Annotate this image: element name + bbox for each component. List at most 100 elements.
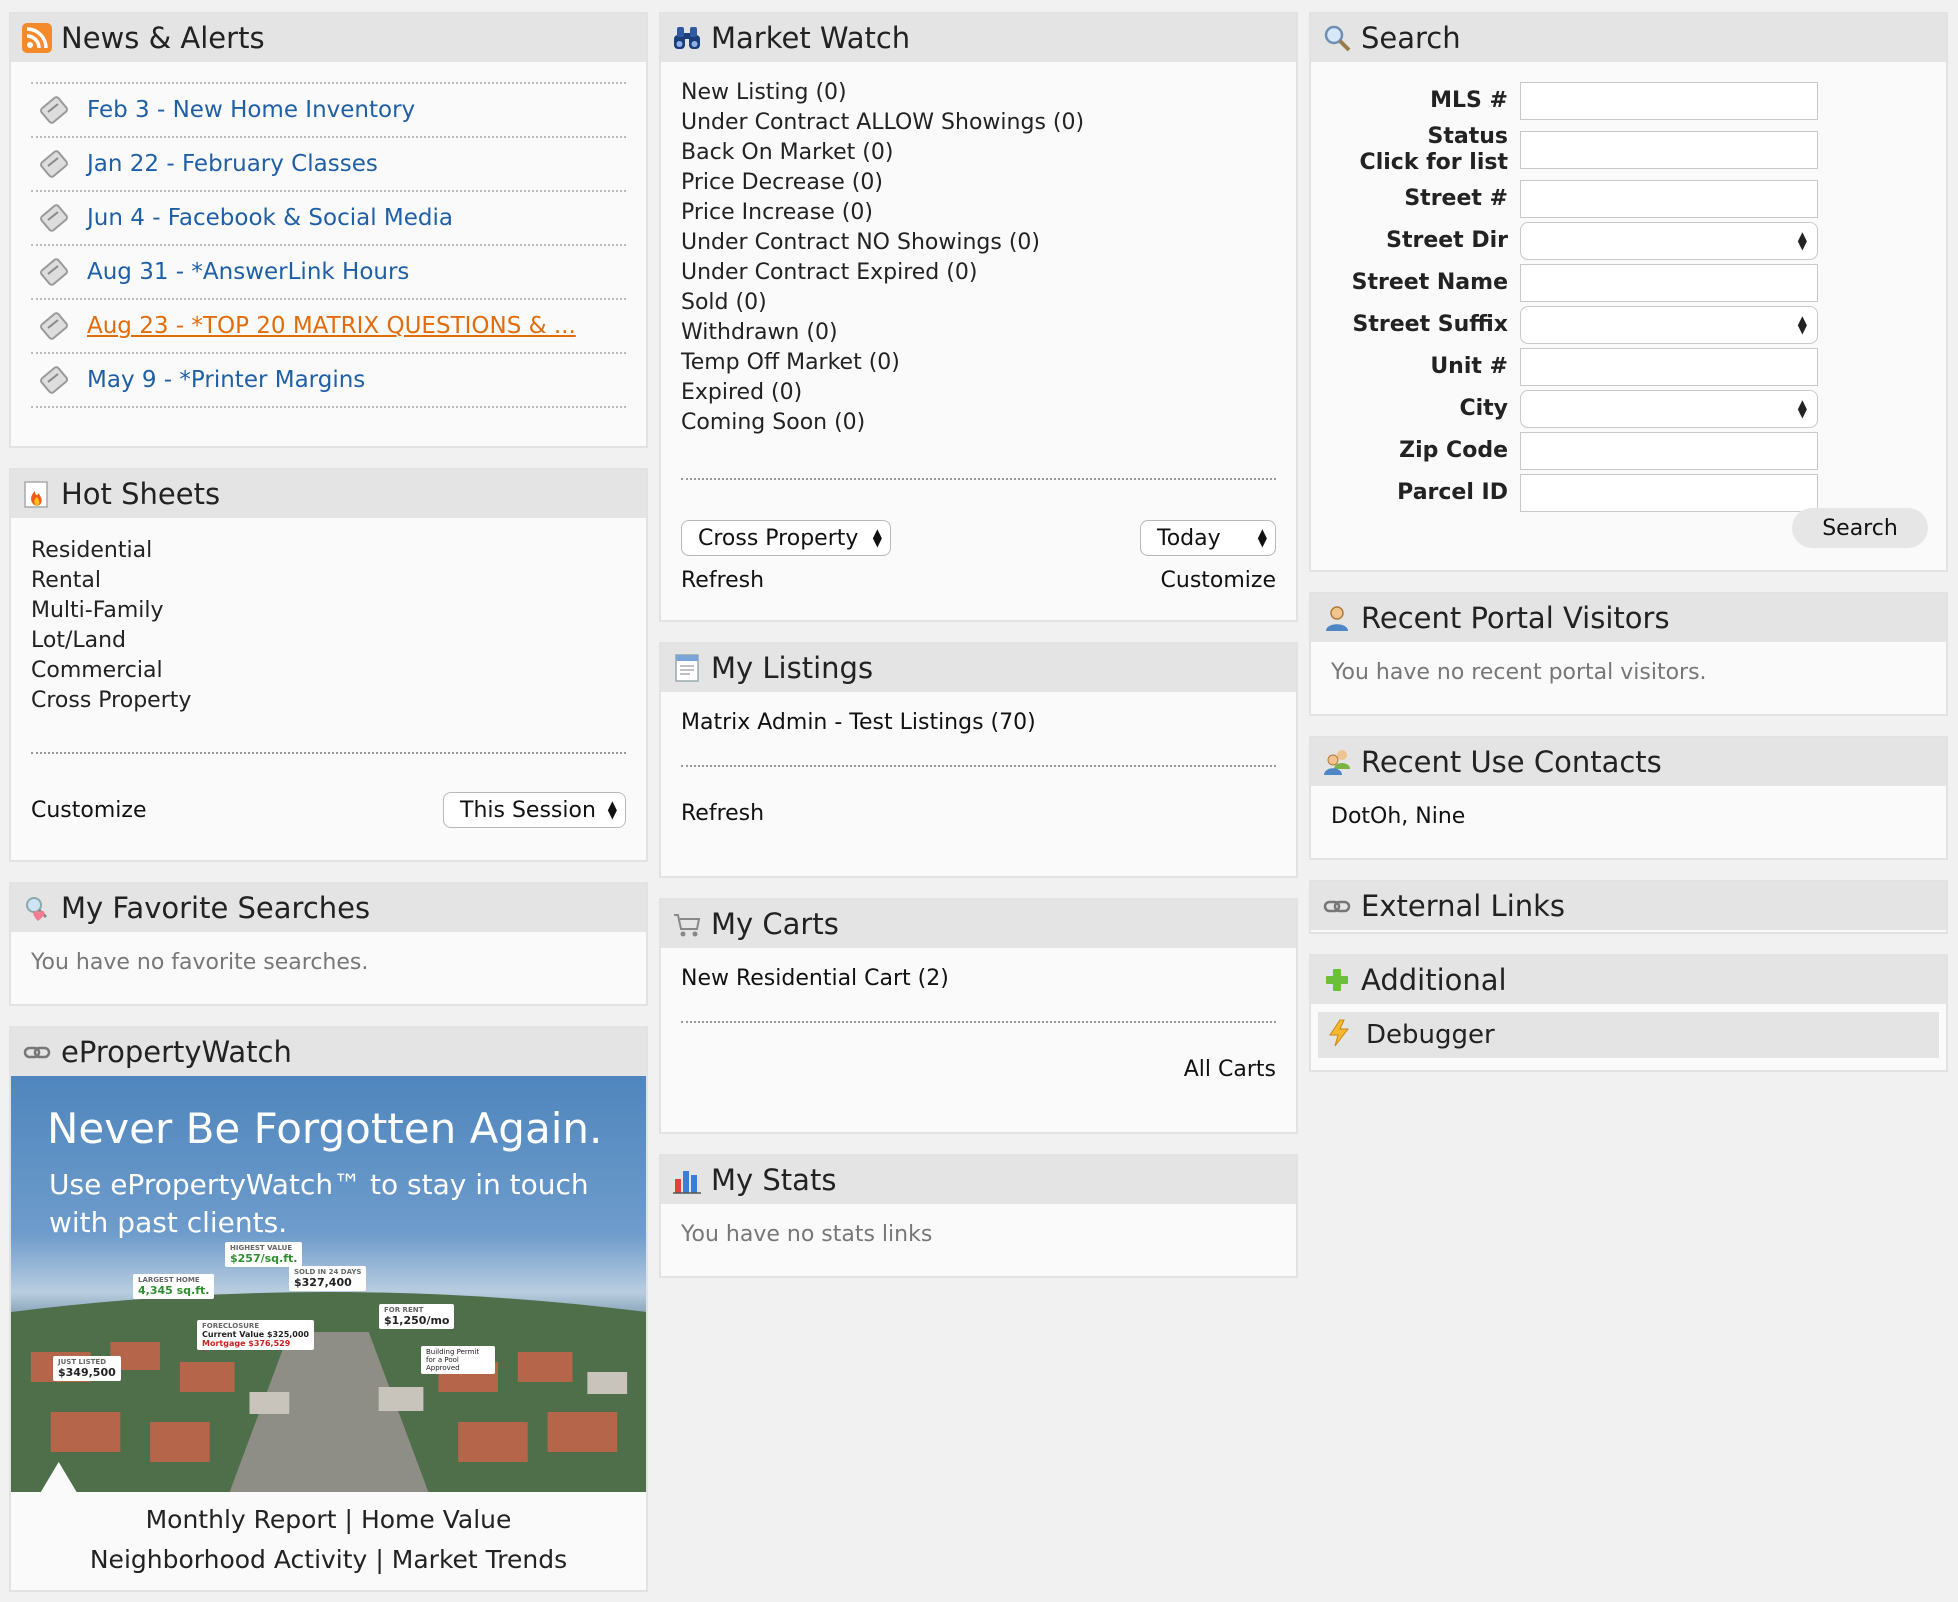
my-listings-title: My Listings: [711, 651, 874, 685]
mls-row: MLS #: [1311, 82, 1946, 120]
news-list: Feb 3 - New Home Inventory Jan 22 - Febr…: [31, 82, 626, 408]
epropertywatch-links: Monthly Report | Home Value Neighborhood A…: [11, 1492, 646, 1586]
market-watch-item[interactable]: Expired (0): [681, 378, 1276, 408]
hot-sheet-item[interactable]: Cross Property: [31, 686, 626, 716]
chain-link-icon: [21, 1036, 53, 1068]
divider: [681, 765, 1276, 767]
property-type-select[interactable]: Cross Property ▲ ▼: [681, 520, 891, 556]
hot-sheet-item[interactable]: Residential: [31, 536, 626, 566]
external-links-panel: External Links: [1309, 880, 1948, 934]
news-item-label[interactable]: Aug 23 - *TOP 20 MATRIX QUESTIONS & ...: [87, 313, 576, 339]
zip-input[interactable]: [1520, 432, 1818, 470]
tag-value: 4,345 sq.ft.: [138, 1284, 210, 1297]
hot-sheet-item[interactable]: Lot/Land: [31, 626, 626, 656]
external-links-title: External Links: [1361, 889, 1566, 923]
epropertywatch-panel: ePropertyWatch Never Be Forgotten Again.…: [9, 1026, 648, 1592]
tag-label: FOR RENT: [384, 1306, 424, 1314]
market-watch-item[interactable]: Coming Soon (0): [681, 408, 1276, 438]
market-trends-link[interactable]: Market Trends: [392, 1545, 567, 1574]
street-name-input[interactable]: [1520, 264, 1818, 302]
contact-item[interactable]: DotOh, Nine: [1331, 804, 1926, 829]
tag-value: Current Value $325,000: [202, 1330, 309, 1339]
news-item-label[interactable]: Feb 3 - New Home Inventory: [87, 97, 415, 123]
market-watch-item[interactable]: Price Increase (0): [681, 198, 1276, 228]
search-title: Search: [1361, 21, 1461, 55]
cart-item[interactable]: New Residential Cart (2): [681, 966, 1276, 991]
select-arrows-icon: ▲ ▼: [1797, 397, 1807, 420]
home-value-link[interactable]: Home Value: [361, 1505, 511, 1534]
market-watch-item[interactable]: Price Decrease (0): [681, 168, 1276, 198]
news-item-label[interactable]: Aug 31 - *AnswerLink Hours: [87, 259, 409, 285]
customize-link[interactable]: Customize: [31, 798, 146, 823]
street-suffix-row: Street Suffix ▲ ▼: [1311, 306, 1946, 344]
news-item-label[interactable]: May 9 - *Printer Margins: [87, 367, 365, 393]
parcel-label: Parcel ID: [1397, 480, 1508, 505]
news-item-label[interactable]: Jan 22 - February Classes: [87, 151, 378, 177]
debugger-item[interactable]: Debugger: [1318, 1012, 1939, 1058]
news-item[interactable]: Aug 23 - *TOP 20 MATRIX QUESTIONS & ...: [31, 300, 626, 354]
mls-input[interactable]: [1520, 82, 1818, 120]
hot-sheet-item[interactable]: Multi-Family: [31, 596, 626, 626]
hot-sheet-item[interactable]: Rental: [31, 566, 626, 596]
divider: [31, 752, 626, 754]
status-label[interactable]: Status Click for list: [1311, 124, 1520, 176]
refresh-link[interactable]: Refresh: [681, 568, 764, 593]
market-watch-item[interactable]: Sold (0): [681, 288, 1276, 318]
news-item[interactable]: Feb 3 - New Home Inventory: [31, 84, 626, 138]
market-watch-title: Market Watch: [711, 21, 911, 55]
street-number-input[interactable]: [1520, 180, 1818, 218]
market-watch-item[interactable]: New Listing (0): [681, 78, 1276, 108]
paperclip-icon: [40, 204, 68, 232]
street-suffix-select[interactable]: ▲ ▼: [1520, 306, 1818, 344]
divider: [681, 478, 1276, 480]
tag-value: $257/sq.ft.: [230, 1252, 298, 1265]
listing-group-item[interactable]: Matrix Admin - Test Listings (70): [681, 710, 1276, 735]
tag-foreclosure: FORECLOSURE Current Value $325,000 Mortg…: [197, 1320, 314, 1350]
recent-contacts-header: Recent Use Contacts: [1311, 738, 1946, 786]
street-dir-label: Street Dir: [1386, 228, 1508, 253]
tag-label: JUST LISTED: [58, 1358, 107, 1366]
news-item[interactable]: Aug 31 - *AnswerLink Hours: [31, 246, 626, 300]
unit-input[interactable]: [1520, 348, 1818, 386]
street-dir-select[interactable]: ▲ ▼: [1520, 222, 1818, 260]
neighborhood-activity-link[interactable]: Neighborhood Activity: [90, 1545, 368, 1574]
favorite-searches-header: My Favorite Searches: [11, 884, 646, 932]
my-listings-header: My Listings: [661, 644, 1296, 692]
monthly-report-link[interactable]: Monthly Report: [146, 1505, 337, 1534]
customize-link[interactable]: Customize: [1161, 568, 1276, 593]
status-input[interactable]: [1520, 131, 1818, 169]
city-select[interactable]: ▲ ▼: [1520, 390, 1818, 428]
link-separator: |: [344, 1505, 353, 1534]
portal-visitors-header: Recent Portal Visitors: [1311, 594, 1946, 642]
period-select[interactable]: Today ▲ ▼: [1140, 520, 1276, 556]
rss-icon: [21, 22, 53, 54]
epropertywatch-banner[interactable]: Never Be Forgotten Again. Use ePropertyW…: [11, 1076, 646, 1492]
market-watch-item[interactable]: Under Contract ALLOW Showings (0): [681, 108, 1276, 138]
market-watch-item[interactable]: Under Contract NO Showings (0): [681, 228, 1276, 258]
news-item[interactable]: Jun 4 - Facebook & Social Media: [31, 192, 626, 246]
market-watch-item[interactable]: Temp Off Market (0): [681, 348, 1276, 378]
market-watch-list: New Listing (0) Under Contract ALLOW Sho…: [681, 78, 1276, 438]
market-watch-item[interactable]: Back On Market (0): [681, 138, 1276, 168]
news-item-label[interactable]: Jun 4 - Facebook & Social Media: [87, 205, 453, 231]
tag-value: $1,250/mo: [384, 1314, 450, 1327]
cart-icon: [671, 908, 703, 940]
market-watch-item[interactable]: Withdrawn (0): [681, 318, 1276, 348]
session-select-value: This Session: [460, 797, 596, 823]
all-carts-link[interactable]: All Carts: [681, 1057, 1276, 1082]
additional-panel: Additional Debugger: [1309, 954, 1948, 1072]
select-arrows-icon: ▲ ▼: [607, 798, 617, 821]
tag-label: FORECLOSURE: [202, 1322, 260, 1330]
news-item[interactable]: Jan 22 - February Classes: [31, 138, 626, 192]
market-watch-item[interactable]: Under Contract Expired (0): [681, 258, 1276, 288]
search-button[interactable]: Search: [1792, 508, 1928, 548]
search-header: Search: [1311, 14, 1946, 62]
session-select[interactable]: This Session ▲ ▼: [443, 792, 626, 828]
my-carts-panel: My Carts New Residential Cart (2) All Ca…: [659, 898, 1298, 1134]
tag-value: Building Permit for a Pool Approved: [426, 1348, 480, 1372]
news-item[interactable]: May 9 - *Printer Margins: [31, 354, 626, 408]
hot-sheet-item[interactable]: Commercial: [31, 656, 626, 686]
tag-value: $349,500: [58, 1366, 116, 1379]
refresh-link[interactable]: Refresh: [681, 801, 1276, 826]
parcel-input[interactable]: [1520, 474, 1818, 512]
